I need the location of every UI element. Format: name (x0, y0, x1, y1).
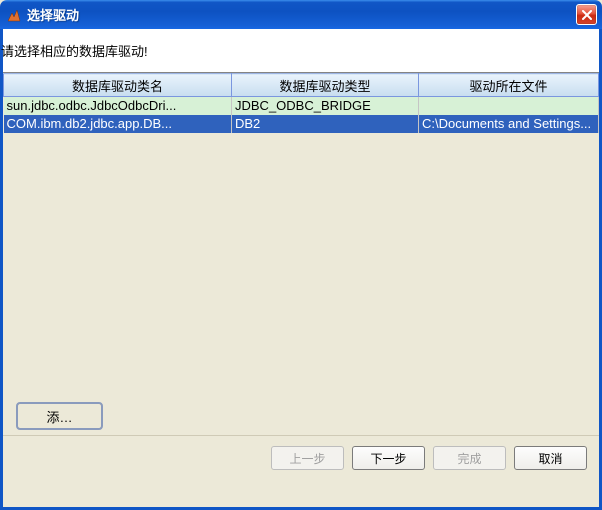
add-button-label: 添… (46, 407, 72, 426)
window-body: 请选择相应的数据库驱动! 数据库驱动类名 数据库驱动类型 驱动所在文件 sun.… (0, 29, 602, 510)
cell-file: C:\Documents and Settings... (419, 115, 599, 133)
bottom-area: 添… (3, 397, 599, 435)
finish-button: 完成 (433, 446, 506, 470)
cell-class-name: COM.ibm.db2.jdbc.app.DB... (4, 115, 232, 133)
window-title: 选择驱动 (27, 5, 576, 24)
cancel-button[interactable]: 取消 (514, 446, 587, 470)
close-icon (582, 10, 592, 20)
instruction-area: 请选择相应的数据库驱动! (3, 29, 599, 72)
table-row[interactable]: sun.jdbc.odbc.JdbcOdbcDri... JDBC_ODBC_B… (4, 97, 599, 115)
cell-type: JDBC_ODBC_BRIDGE (232, 97, 419, 115)
titlebar: 选择驱动 (0, 0, 602, 29)
next-button[interactable]: 下一步 (352, 446, 425, 470)
back-button: 上一步 (271, 446, 344, 470)
cell-type: DB2 (232, 115, 419, 133)
header-file[interactable]: 驱动所在文件 (419, 74, 599, 97)
app-icon (6, 7, 22, 23)
header-class-name[interactable]: 数据库驱动类名 (4, 74, 232, 97)
driver-table: 数据库驱动类名 数据库驱动类型 驱动所在文件 sun.jdbc.odbc.Jdb… (3, 73, 599, 133)
close-button[interactable] (576, 4, 597, 25)
wizard-footer: 上一步 下一步 完成 取消 (3, 435, 599, 480)
cell-file (419, 97, 599, 115)
table-row[interactable]: COM.ibm.db2.jdbc.app.DB... DB2 C:\Docume… (4, 115, 599, 133)
driver-table-wrap: 数据库驱动类名 数据库驱动类型 驱动所在文件 sun.jdbc.odbc.Jdb… (3, 72, 599, 397)
instruction-text: 请选择相应的数据库驱动! (1, 41, 599, 60)
add-driver-button[interactable]: 添… (17, 403, 102, 429)
cell-class-name: sun.jdbc.odbc.JdbcOdbcDri... (4, 97, 232, 115)
header-type[interactable]: 数据库驱动类型 (232, 74, 419, 97)
table-header-row: 数据库驱动类名 数据库驱动类型 驱动所在文件 (4, 74, 599, 97)
